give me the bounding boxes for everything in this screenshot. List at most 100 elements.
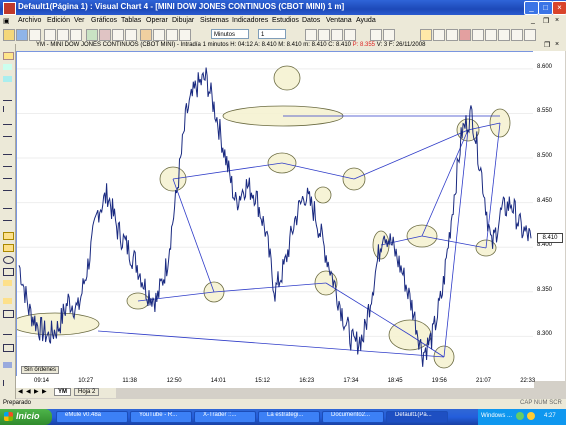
line-icon[interactable] [125,29,137,41]
segment-tool-icon[interactable] [3,130,12,137]
taskbar-item-xtrader[interactable]: X-Trader ::... [194,411,256,423]
frame-tool-icon[interactable] [3,310,14,318]
minimize-button[interactable]: _ [524,1,539,15]
doc-icon[interactable]: ▣ [3,17,10,25]
paste-icon[interactable] [70,29,82,41]
open-icon[interactable] [3,29,15,41]
close-button[interactable]: × [552,1,566,15]
tray-text: Windows ... [481,413,513,419]
timeframe-select[interactable]: Minutos [211,29,249,39]
cursor-line-tool-icon[interactable] [3,380,13,386]
channel-icon[interactable] [485,29,497,41]
chart-close-icon[interactable]: × [555,41,559,48]
scroll-left-icon[interactable] [331,29,343,41]
note-tool-icon[interactable] [3,280,12,286]
ellipse-tool-icon[interactable] [3,256,14,264]
menu-operar[interactable]: Operar [146,17,168,24]
table-icon[interactable] [140,29,152,41]
arrow-tool-icon[interactable] [3,64,12,70]
study-icon[interactable] [166,29,178,41]
menu-graficos[interactable]: Gráficos [91,17,117,24]
menu-estudios[interactable]: Estudios [272,17,299,24]
taskbar-item-emule[interactable]: eMule v0.48a [56,411,128,423]
mdi-minimize-icon[interactable]: _ [531,17,535,24]
mdi-close-icon[interactable]: × [555,17,559,24]
parallel-tool-icon[interactable] [3,160,12,167]
tray-network-icon[interactable] [516,412,524,420]
ray-tool-icon[interactable] [3,118,12,125]
pivot-ellipse [273,65,301,91]
color-icon[interactable] [459,29,471,41]
chart-window[interactable]: Sin órdenes [16,51,551,381]
select-tool-icon[interactable] [3,52,14,60]
refresh-icon[interactable] [511,29,523,41]
menu-archivo[interactable]: Archivo [18,17,41,24]
tab-ym[interactable]: YM [54,388,71,396]
start-button[interactable]: Inicio [0,409,52,425]
trend-lines [97,115,501,358]
print-icon[interactable] [29,29,41,41]
eraser-tool-icon[interactable] [3,344,14,352]
zoom-tool-icon[interactable] [3,362,12,368]
period-select[interactable]: 1 [258,29,286,39]
y-tick-label: 8.300 [537,331,553,338]
flag-tool-icon[interactable] [3,298,12,304]
candle-icon[interactable] [112,29,124,41]
gann-tool-icon[interactable] [3,202,12,209]
measure-tool-icon[interactable] [3,328,12,335]
tab-scroll-last-icon[interactable]: ▶ [42,388,47,395]
save-icon[interactable] [16,29,28,41]
pointer-icon[interactable] [420,29,432,41]
link-icon[interactable] [524,29,536,41]
mdi-restore-icon[interactable]: ❐ [543,17,549,25]
menu-ventana[interactable]: Ventana [326,17,352,24]
hline-tool-icon[interactable] [3,94,12,101]
grid-icon[interactable] [498,29,510,41]
text-icon[interactable] [433,29,445,41]
rectangle-tool-icon[interactable] [3,76,12,82]
menu-ayuda[interactable]: Ayuda [356,17,376,24]
fib-icon[interactable] [472,29,484,41]
maximize-button[interactable]: □ [538,1,553,15]
chart-restore-icon[interactable]: ❐ [544,41,550,49]
menu-dibujar[interactable]: Dibujar [172,17,194,24]
menu-ver[interactable]: Ver [74,17,85,24]
crosshair-icon[interactable] [370,29,382,41]
tab-scroll-prev-icon[interactable]: ◀ [26,388,31,395]
x-tick-label: 19:56 [431,378,447,384]
menu-datos[interactable]: Datos [302,17,320,24]
menu-edicion[interactable]: Edición [47,17,70,24]
tray-volume-icon[interactable] [527,412,535,420]
taskbar-item-youtube[interactable]: YouTube - R... [130,411,192,423]
tab-scroll-next-icon[interactable]: ▶ [34,388,39,395]
indicator-icon[interactable] [153,29,165,41]
trendline-tool-icon[interactable] [446,29,458,41]
tab-hoja-2[interactable]: Hoja 2 [74,388,100,396]
copy-icon[interactable] [57,29,69,41]
hand-icon[interactable] [383,29,395,41]
zoom-in-icon[interactable] [305,29,317,41]
menu-indicadores[interactable]: Indicadores [232,17,268,24]
taskbar-item-default1[interactable]: Default1(Pá... [386,411,448,423]
menu-sistemas[interactable]: Sistemas [200,17,229,24]
bar-icon[interactable] [99,29,111,41]
trend-tool-icon[interactable] [3,148,12,155]
scroll-right-icon[interactable] [344,29,356,41]
fan-tool-icon[interactable] [3,172,12,179]
triangle-tool-icon[interactable] [3,268,14,276]
system-icon[interactable] [179,29,191,41]
cycle-tool-icon[interactable] [3,214,12,221]
vline-tool-icon[interactable] [3,106,13,112]
taskbar-item-estrategia[interactable]: La estrategi... [258,411,320,423]
box-tool-icon[interactable] [3,232,14,240]
arc-tool-icon[interactable] [3,184,12,191]
chart-icon[interactable] [86,29,98,41]
taskbar-item-documento2[interactable]: Documento2... [322,411,384,423]
box2-tool-icon[interactable] [3,244,14,252]
cut-icon[interactable] [44,29,56,41]
price-chart[interactable] [17,52,550,380]
menu-tablas[interactable]: Tablas [121,17,141,24]
window-title: Default1(Página 1) : Visual Chart 4 - [M… [18,2,345,11]
tab-scroll-first-icon[interactable]: ◀ [18,388,23,395]
zoom-out-icon[interactable] [318,29,330,41]
